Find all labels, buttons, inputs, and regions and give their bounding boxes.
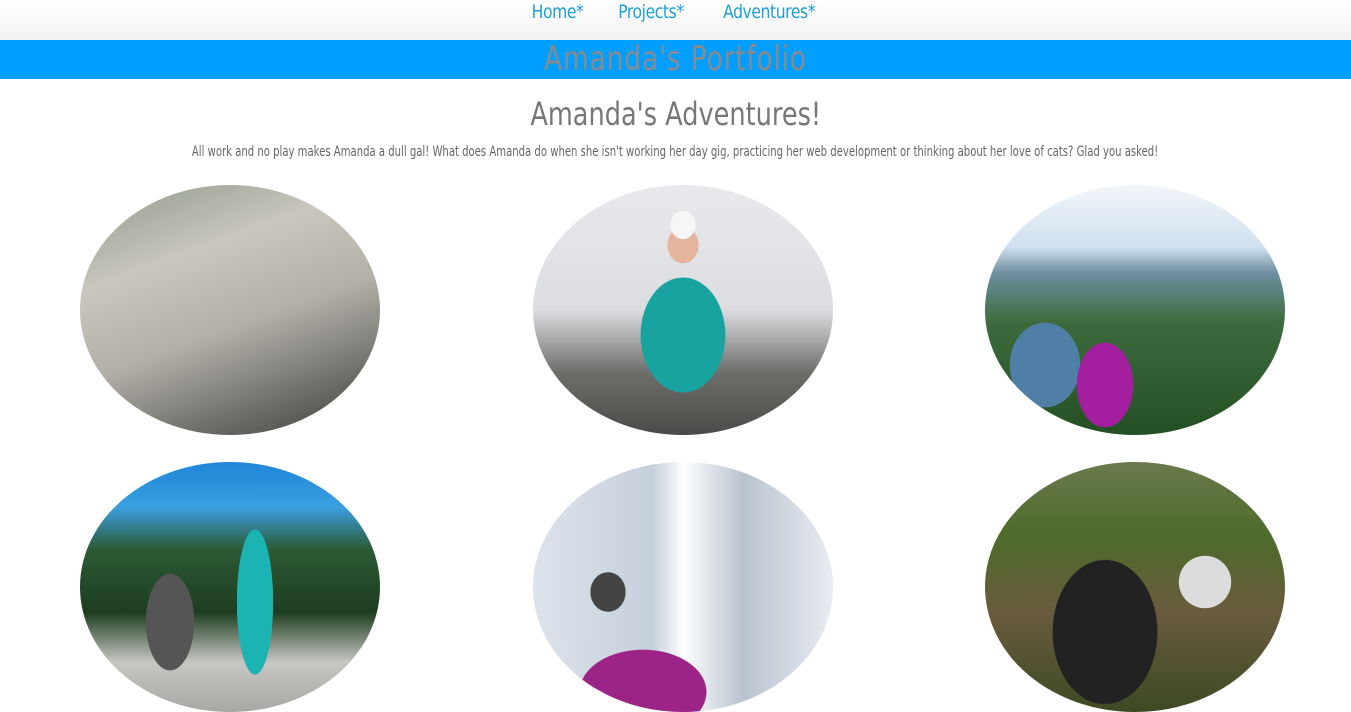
alpine-lake-photo [80,462,380,712]
forest-hike-photo [985,185,1285,435]
snow-bird-photo [533,462,833,712]
bouldering-photo [985,462,1285,712]
rock-climbing-photo [80,185,380,435]
adventure-gallery [0,0,1351,712]
summit-portrait-photo [533,185,833,435]
